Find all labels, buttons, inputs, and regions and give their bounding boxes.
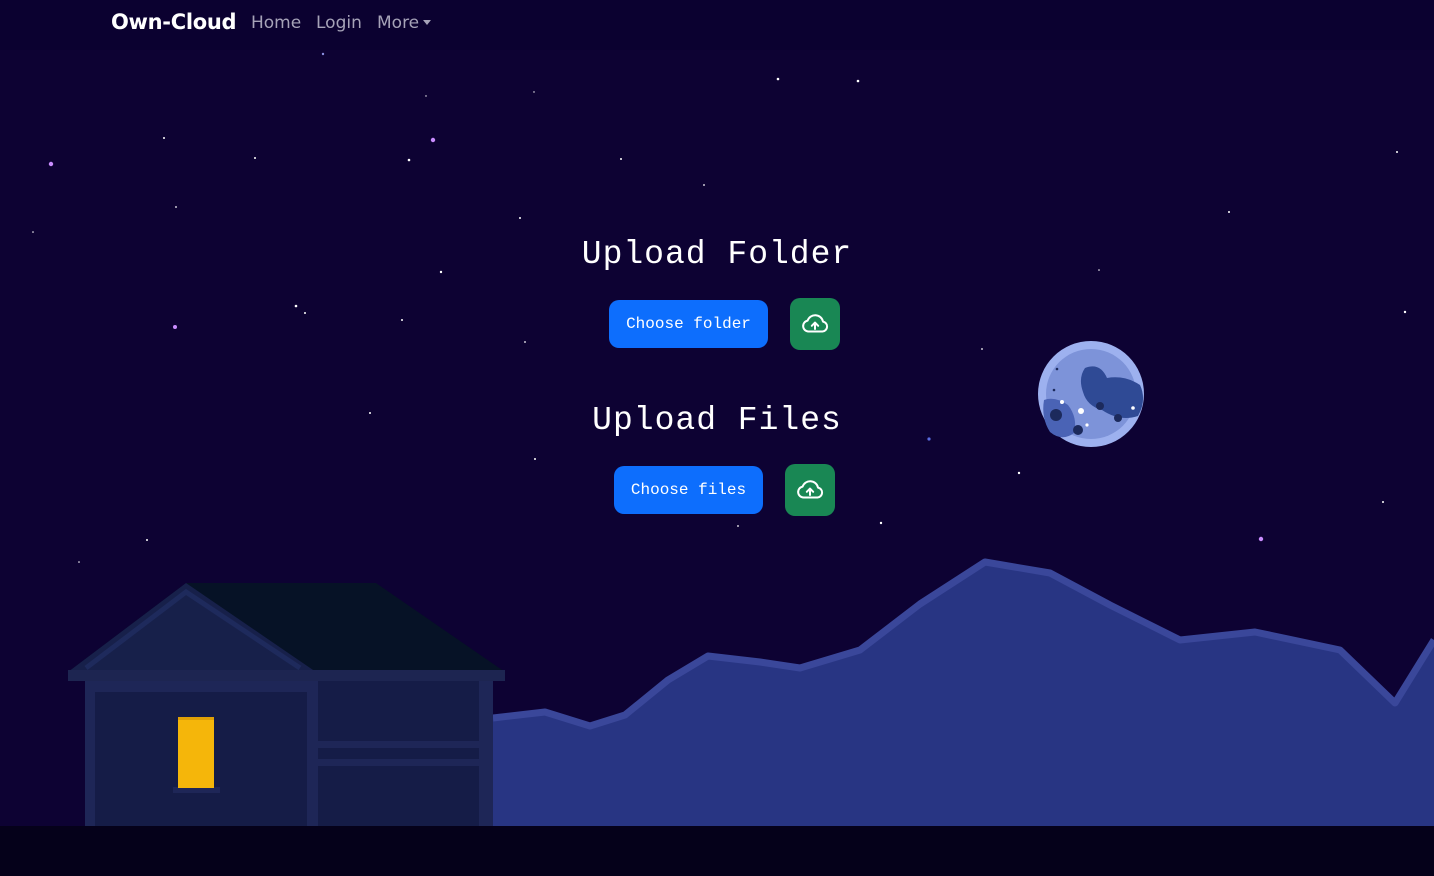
- cloud-upload-icon: [802, 314, 829, 333]
- ground: [0, 826, 1434, 876]
- nav-link-login[interactable]: Login: [316, 13, 362, 33]
- upload-files-heading: Upload Files: [592, 402, 842, 439]
- upload-folder-button[interactable]: [790, 298, 840, 350]
- choose-folder-button[interactable]: Choose folder: [609, 300, 768, 348]
- upload-files-button[interactable]: [785, 464, 835, 516]
- nav-more-label: More: [377, 13, 420, 33]
- cloud-upload-icon: [797, 480, 824, 499]
- choose-files-button[interactable]: Choose files: [614, 466, 763, 514]
- nav-link-home[interactable]: Home: [251, 13, 301, 33]
- caret-down-icon: [423, 20, 432, 25]
- brand-logo[interactable]: Own-Cloud: [111, 10, 237, 34]
- navbar: Own-Cloud Home Login More: [0, 0, 1434, 50]
- lit-window: [178, 717, 214, 788]
- page: Own-Cloud Home Login More Upload Folder …: [0, 0, 1434, 876]
- upload-folder-heading: Upload Folder: [581, 236, 853, 273]
- nav-dropdown-more[interactable]: More: [377, 13, 432, 33]
